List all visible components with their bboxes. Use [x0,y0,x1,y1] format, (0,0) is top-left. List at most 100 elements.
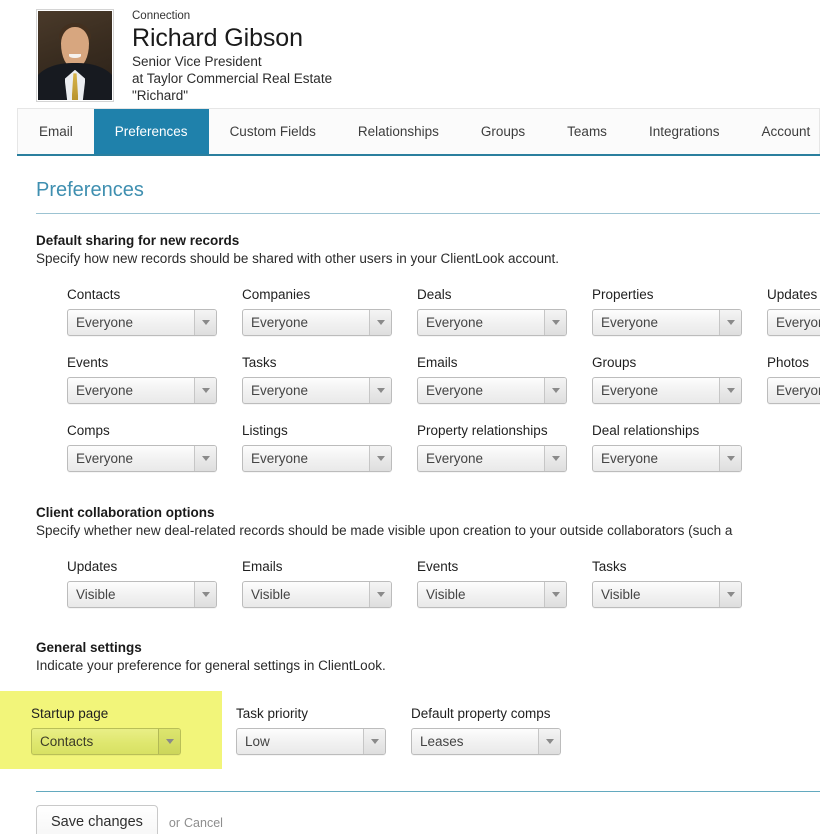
tab-preferences[interactable]: Preferences [93,109,209,154]
field-groups: Groups Everyone [592,354,767,404]
select-value: Everyone [251,451,309,466]
properties-sharing-select[interactable]: Everyone [592,309,742,336]
companies-sharing-select[interactable]: Everyone [242,309,392,336]
chevron-down-icon [719,582,741,607]
events-sharing-select[interactable]: Everyone [67,377,217,404]
tab-label: Preferences [114,124,188,139]
field-collab-events: Events Visible [417,558,592,608]
chevron-down-icon [719,310,741,335]
field-label: Groups [592,355,637,370]
chevron-down-icon [363,729,385,754]
sharing-row-2: Events Everyone Tasks Everyone Emails Ev… [67,354,820,404]
tab-bar-underline [17,154,820,156]
field-emails: Emails Everyone [417,354,592,404]
cancel-link[interactable]: Cancel [184,816,223,830]
groups-sharing-select[interactable]: Everyone [592,377,742,404]
tasks-sharing-select[interactable]: Everyone [242,377,392,404]
field-comps: Comps Everyone [67,422,242,472]
field-deals: Deals Everyone [417,286,592,336]
section-description: Indicate your preference for general set… [36,658,386,673]
comps-sharing-select[interactable]: Everyone [67,445,217,472]
select-value: Everyone [76,315,134,330]
select-value: Low [245,734,270,749]
chevron-down-icon [544,378,566,403]
tab-label: Integrations [648,124,720,139]
tab-label: Relationships [357,124,439,139]
listings-sharing-select[interactable]: Everyone [242,445,392,472]
chevron-down-icon [194,582,216,607]
emails-sharing-select[interactable]: Everyone [417,377,567,404]
field-label: Properties [592,287,654,302]
field-companies: Companies Everyone [242,286,417,336]
tab-email[interactable]: Email [18,109,94,154]
preferences-page: Connection Richard Gibson Senior Vice Pr… [0,0,820,834]
collab-tasks-select[interactable]: Visible [592,581,742,608]
avatar [36,9,114,102]
tab-teams[interactable]: Teams [546,109,628,154]
task-priority-select[interactable]: Low [236,728,386,755]
chevron-down-icon [369,582,391,607]
page-title: Preferences [36,179,144,201]
section-description: Specify how new records should be shared… [36,251,560,266]
field-label: Property relationships [417,423,548,438]
field-label: Events [417,559,459,574]
section-title: General settings [36,640,142,655]
updates-sharing-select[interactable]: Everyone [767,309,820,336]
general-other-fields: Task priority Low Default property comps… [236,691,586,755]
field-collab-tasks: Tasks Visible [592,558,767,608]
field-label: Tasks [592,559,627,574]
startup-page-select[interactable]: Contacts [31,728,181,755]
chevron-down-icon [544,310,566,335]
contact-company: at Taylor Commercial Real Estate [132,71,333,86]
chevron-down-icon [369,446,391,471]
tab-integrations[interactable]: Integrations [627,109,741,154]
field-label: Emails [417,355,458,370]
collab-emails-select[interactable]: Visible [242,581,392,608]
property-relationships-sharing-select[interactable]: Everyone [417,445,567,472]
select-value: Contacts [40,734,94,749]
deals-sharing-select[interactable]: Everyone [417,309,567,336]
field-label: Startup page [31,706,109,721]
record-type-label: Connection [132,10,191,22]
collab-updates-select[interactable]: Visible [67,581,217,608]
chevron-down-icon [369,378,391,403]
field-label: Updates [767,287,818,302]
photos-sharing-select[interactable]: Everyone [767,377,820,404]
chevron-down-icon [544,582,566,607]
section-title: Client collaboration options [36,505,215,520]
field-updates: Updates Everyone [767,286,820,336]
section-title: Default sharing for new records [36,233,240,248]
tab-label: Custom Fields [229,124,316,139]
select-value: Everyone [426,383,484,398]
contacts-sharing-select[interactable]: Everyone [67,309,217,336]
field-label: Photos [767,355,810,370]
section-description: Specify whether new deal-related records… [36,523,733,538]
contact-job-title: Senior Vice President [132,54,262,69]
tab-relationships[interactable]: Relationships [336,109,460,154]
tab-label: Account [761,124,811,139]
deal-relationships-sharing-select[interactable]: Everyone [592,445,742,472]
tab-groups[interactable]: Groups [459,109,547,154]
collab-events-select[interactable]: Visible [417,581,567,608]
field-label: Listings [242,423,288,438]
chevron-down-icon [194,378,216,403]
field-events: Events Everyone [67,354,242,404]
select-value: Everyone [76,383,134,398]
select-value: Everyone [601,383,659,398]
tab-custom-fields[interactable]: Custom Fields [208,109,337,154]
tab-account[interactable]: Account [740,109,819,154]
startup-page-highlight: Startup page Contacts [0,691,222,769]
contact-header: Connection Richard Gibson Senior Vice Pr… [0,0,820,108]
sharing-row-1: Contacts Everyone Companies Everyone Dea… [67,286,820,336]
select-value: Visible [426,587,466,602]
field-label: Default property comps [411,706,551,721]
save-changes-button[interactable]: Save changes [36,805,158,834]
default-property-comps-select[interactable]: Leases [411,728,561,755]
field-label: Events [67,355,109,370]
collaboration-row: Updates Visible Emails Visible Events Vi… [67,558,820,608]
select-value: Visible [251,587,291,602]
contact-identity: Connection Richard Gibson Senior Vice Pr… [132,8,332,104]
select-value: Visible [601,587,641,602]
field-label: Updates [67,559,118,574]
tab-label: Email [39,124,73,139]
